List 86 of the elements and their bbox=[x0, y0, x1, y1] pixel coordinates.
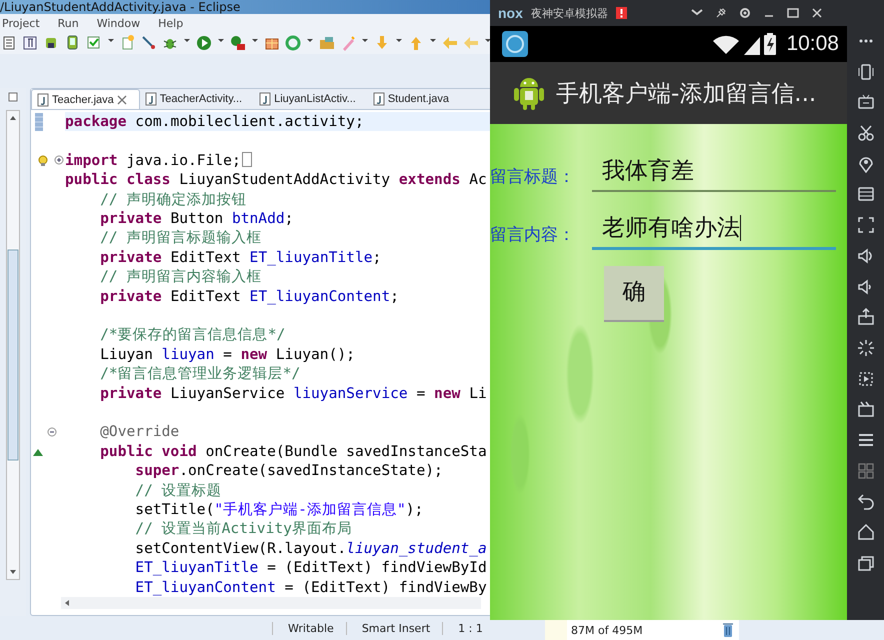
alert-icon bbox=[616, 7, 627, 19]
lightbulb-fold-icon bbox=[38, 154, 64, 166]
fullscreen-icon[interactable] bbox=[856, 216, 874, 234]
code-line: public void onCreate(Bundle savedInstanceSta bbox=[99, 442, 487, 462]
collapse-icon bbox=[47, 427, 57, 438]
editor-tab[interactable]: TeacherActivity... bbox=[140, 89, 254, 109]
text-field[interactable]: 我体育差 bbox=[592, 152, 836, 192]
menu-item[interactable]: Help bbox=[156, 16, 186, 30]
menu-item[interactable]: Project bbox=[0, 16, 42, 30]
pin-icon[interactable] bbox=[714, 6, 728, 20]
code-line: private EditText ET_liuyanTitle; bbox=[99, 248, 382, 268]
menu-item[interactable]: Window bbox=[94, 16, 142, 30]
code-line: private Button btnAdd; bbox=[99, 209, 294, 228]
code-line: // 设置当前Activity界面布局 bbox=[134, 519, 352, 539]
scissors-icon[interactable] bbox=[856, 124, 874, 142]
scrollbar[interactable] bbox=[6, 110, 20, 580]
tab-label: Student.java bbox=[388, 93, 449, 105]
close-icon[interactable] bbox=[810, 6, 824, 20]
play-icon[interactable] bbox=[196, 35, 212, 51]
app-title: 手机客户端-添加留言信... bbox=[556, 80, 816, 108]
horizontal-scrollbar[interactable] bbox=[61, 597, 481, 610]
code-line: // 声明确定添加按钮 bbox=[99, 190, 247, 210]
status-text: 1 : 1 bbox=[442, 622, 495, 634]
bookmark-marker bbox=[35, 112, 43, 131]
wifi-icon bbox=[712, 35, 740, 55]
status-text: Writable bbox=[272, 622, 346, 634]
video-icon[interactable] bbox=[856, 400, 874, 418]
code-line: private EditText ET_liuyanContent; bbox=[99, 286, 399, 306]
status-text: Smart Insert bbox=[346, 622, 442, 634]
code-line: private LiuyanService liuyanService = new Li bbox=[99, 384, 487, 404]
clock-text: 10:08 bbox=[786, 33, 839, 55]
code-line: // 声明留言标题输入框 bbox=[99, 228, 262, 248]
back-icon[interactable] bbox=[856, 492, 874, 510]
code-line: import java.io.File; bbox=[65, 131, 252, 170]
maximize-icon[interactable] bbox=[786, 6, 800, 20]
java-file-icon bbox=[259, 92, 272, 106]
location-icon[interactable] bbox=[856, 154, 874, 173]
android-robot-icon bbox=[512, 75, 546, 111]
home-icon[interactable] bbox=[856, 523, 874, 541]
screen-icon[interactable] bbox=[856, 185, 874, 204]
grid-icon[interactable] bbox=[856, 462, 874, 480]
code-line: /*要保存的留言信息信息*/ bbox=[99, 325, 286, 345]
volume-up-icon[interactable] bbox=[856, 246, 874, 265]
memory-text: 87M of 495M bbox=[571, 624, 643, 636]
paragraph-icon[interactable] bbox=[23, 35, 39, 51]
menu-item[interactable]: Run bbox=[56, 16, 81, 30]
code-line: ET_liuyanContent = (EditText) findViewBy bbox=[134, 578, 487, 598]
code-line: Liuyan liuyan = new Liuyan(); bbox=[99, 344, 355, 364]
tab-label: Teacher.java bbox=[52, 94, 114, 106]
restore-icon[interactable] bbox=[8, 92, 18, 102]
recent-apps-icon[interactable] bbox=[856, 554, 874, 572]
robot-icon[interactable] bbox=[856, 93, 874, 112]
editor-tab[interactable]: Teacher.java bbox=[31, 89, 140, 109]
close-icon[interactable] bbox=[116, 94, 127, 104]
editor-tab[interactable]: LiuyanListActiv... bbox=[254, 89, 368, 109]
code-line: ET_liuyanTitle = (EditText) findViewById bbox=[134, 558, 487, 578]
confirm-button[interactable]: 确 bbox=[604, 266, 664, 322]
signal-icon bbox=[744, 37, 760, 55]
code-line: // 声明留言内容输入框 bbox=[99, 267, 262, 287]
settings-icon[interactable] bbox=[738, 6, 752, 20]
code-line: public class LiuyanStudentAddActivity extends Ac bbox=[65, 170, 487, 190]
code-line: super.onCreate(savedInstanceState); bbox=[134, 461, 443, 481]
field-label: 留言内容： bbox=[490, 224, 576, 247]
override-triangle-icon bbox=[33, 448, 43, 456]
phone-shake-icon[interactable] bbox=[856, 62, 874, 81]
apk-install-icon[interactable] bbox=[856, 308, 874, 326]
code-line: setTitle("手机客户端-添加留言信息"); bbox=[134, 500, 424, 520]
new-file-icon[interactable] bbox=[120, 35, 136, 51]
text-field[interactable]: 老师有啥办法 bbox=[592, 210, 836, 250]
code-line: // 设置标题 bbox=[134, 480, 222, 500]
code-line: /*留言信息管理业务逻辑层*/ bbox=[99, 364, 300, 384]
app-icon[interactable] bbox=[502, 31, 528, 57]
pen-icon[interactable] bbox=[141, 35, 157, 51]
tab-label: LiuyanListActiv... bbox=[274, 93, 356, 105]
tab-label: TeacherActivity... bbox=[160, 93, 242, 105]
java-file-icon bbox=[372, 92, 385, 106]
trash-icon[interactable] bbox=[722, 623, 733, 637]
code-line: setContentView(R.layout.liuyan_student_a bbox=[134, 538, 487, 558]
field-label: 留言标题： bbox=[490, 166, 576, 189]
code-line: @Override bbox=[99, 422, 180, 442]
battery-icon bbox=[764, 33, 776, 55]
editor-tab[interactable]: Student.java bbox=[368, 89, 461, 109]
java-file-icon bbox=[144, 92, 157, 106]
checkbox-icon[interactable] bbox=[86, 35, 102, 51]
loading-icon[interactable] bbox=[856, 338, 874, 357]
java-file-icon bbox=[37, 92, 49, 106]
